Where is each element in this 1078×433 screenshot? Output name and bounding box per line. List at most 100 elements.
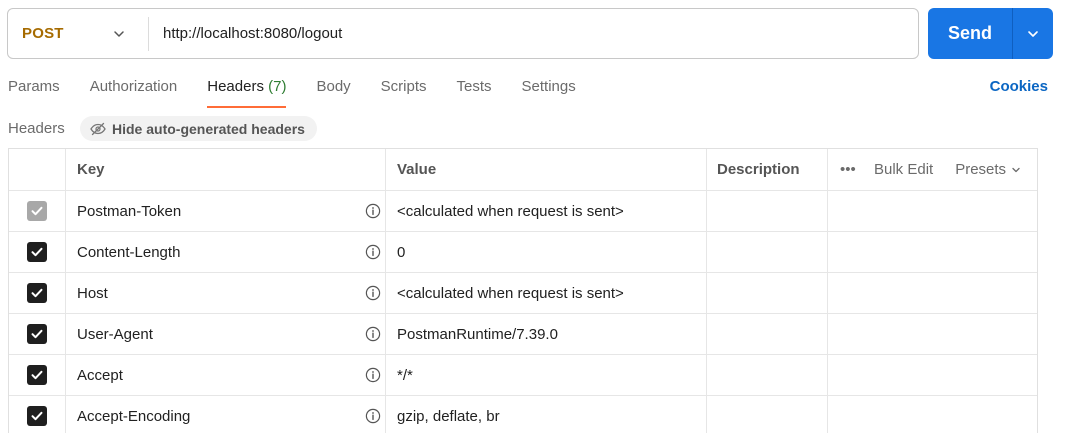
header-key: Postman-Token xyxy=(77,202,182,220)
value-cell[interactable]: 0 xyxy=(386,232,707,272)
description-cell[interactable] xyxy=(707,232,828,272)
header-value: gzip, deflate, br xyxy=(397,407,500,425)
check-icon xyxy=(30,286,44,300)
description-cell[interactable] xyxy=(707,273,828,313)
row-checkbox[interactable] xyxy=(27,365,47,385)
info-icon[interactable] xyxy=(365,408,381,424)
tab-headers[interactable]: Headers (7) xyxy=(207,78,287,108)
info-icon[interactable] xyxy=(365,367,381,383)
tab-count: (7) xyxy=(268,78,287,95)
description-cell[interactable] xyxy=(707,314,828,354)
row-checkbox[interactable] xyxy=(27,324,47,344)
table-row: Content-Length 0 xyxy=(9,232,1037,273)
header-value: <calculated when request is sent> xyxy=(397,202,624,220)
info-icon[interactable] xyxy=(365,244,381,260)
value-cell[interactable]: PostmanRuntime/7.39.0 xyxy=(386,314,707,354)
eye-off-icon xyxy=(90,122,106,135)
key-cell[interactable]: User-Agent xyxy=(66,314,386,354)
row-checkbox-cell xyxy=(9,232,66,272)
row-actions-cell xyxy=(828,396,1037,433)
header-key: Accept-Encoding xyxy=(77,407,191,425)
tab-label: Params xyxy=(8,78,60,95)
key-cell[interactable]: Accept xyxy=(66,355,386,395)
value-cell[interactable]: gzip, deflate, br xyxy=(386,396,707,433)
header-value: */* xyxy=(397,366,413,384)
header-key: Content-Length xyxy=(77,243,181,261)
info-icon[interactable] xyxy=(365,285,381,301)
method-select[interactable]: POST xyxy=(8,9,148,58)
table-row: User-Agent PostmanRuntime/7.39.0 xyxy=(9,314,1037,355)
header-value: 0 xyxy=(397,243,406,261)
row-checkbox-cell xyxy=(9,314,66,354)
tab-scripts[interactable]: Scripts xyxy=(381,78,427,108)
description-cell[interactable] xyxy=(707,396,828,433)
bulk-edit-button[interactable]: Bulk Edit xyxy=(874,161,933,178)
row-checkbox[interactable] xyxy=(27,283,47,303)
tab-tests[interactable]: Tests xyxy=(457,78,492,108)
tab-settings[interactable]: Settings xyxy=(522,78,576,108)
check-icon xyxy=(30,327,44,341)
send-dropdown-button[interactable] xyxy=(1013,8,1053,59)
row-checkbox-cell xyxy=(9,273,66,313)
key-cell[interactable]: Accept-Encoding xyxy=(66,396,386,433)
check-icon xyxy=(30,245,44,259)
table-header-row: Key Value Description ••• Bulk Edit Pres… xyxy=(9,149,1037,191)
header-key: Accept xyxy=(77,366,123,384)
tab-label: Settings xyxy=(521,78,576,95)
row-actions-cell xyxy=(828,273,1037,313)
column-header-description: Description xyxy=(707,149,828,190)
row-checkbox-cell xyxy=(9,396,66,433)
value-cell[interactable]: <calculated when request is sent> xyxy=(386,273,707,313)
tab-label: Scripts xyxy=(380,78,427,95)
presets-label: Presets xyxy=(955,161,1007,178)
method-label: POST xyxy=(22,25,64,42)
table-row: Postman-Token <calculated when request is… xyxy=(9,191,1037,232)
header-key: Host xyxy=(77,284,108,302)
tab-body[interactable]: Body xyxy=(316,78,350,108)
description-cell[interactable] xyxy=(707,355,828,395)
more-options-button[interactable]: ••• xyxy=(828,161,872,178)
request-bar: POST http://localhost:8080/logout xyxy=(7,8,919,59)
headers-section-title: Headers xyxy=(8,120,65,137)
presets-dropdown[interactable]: Presets xyxy=(955,161,1022,178)
row-checkbox[interactable] xyxy=(27,406,47,426)
chevron-down-icon xyxy=(1012,167,1020,172)
value-cell[interactable]: */* xyxy=(386,355,707,395)
row-actions-cell xyxy=(828,191,1037,231)
cookies-link[interactable]: Cookies xyxy=(990,78,1048,95)
info-icon[interactable] xyxy=(365,203,381,219)
row-checkbox-cell xyxy=(9,355,66,395)
tab-params[interactable]: Params xyxy=(8,78,60,108)
table-row: Accept */* xyxy=(9,355,1037,396)
send-button-group: Send xyxy=(928,8,1053,59)
url-input[interactable]: http://localhost:8080/logout xyxy=(149,9,918,58)
tab-label: Authorization xyxy=(89,78,178,95)
tab-label: Headers xyxy=(207,78,264,95)
check-icon xyxy=(30,204,44,218)
info-icon[interactable] xyxy=(365,326,381,342)
hide-auto-headers-label: Hide auto-generated headers xyxy=(112,120,305,137)
row-checkbox[interactable] xyxy=(27,242,47,262)
header-value: <calculated when request is sent> xyxy=(397,284,624,302)
table-row: Accept-Encoding gzip, deflate, br xyxy=(9,396,1037,433)
request-tabs: Params Authorization Headers (7) Body Sc… xyxy=(8,78,606,108)
row-actions-cell xyxy=(828,314,1037,354)
tab-label: Body xyxy=(316,78,351,95)
row-actions-cell xyxy=(828,355,1037,395)
description-cell[interactable] xyxy=(707,191,828,231)
header-value: PostmanRuntime/7.39.0 xyxy=(397,325,558,343)
key-cell[interactable]: Host xyxy=(66,273,386,313)
column-header-key: Key xyxy=(66,149,386,190)
value-cell[interactable]: <calculated when request is sent> xyxy=(386,191,707,231)
check-icon xyxy=(30,409,44,423)
tab-authorization[interactable]: Authorization xyxy=(90,78,178,108)
send-button[interactable]: Send xyxy=(928,8,1012,59)
row-checkbox-cell xyxy=(9,191,66,231)
key-cell[interactable]: Content-Length xyxy=(66,232,386,272)
hide-auto-headers-button[interactable]: Hide auto-generated headers xyxy=(80,116,317,141)
table-row: Host <calculated when request is sent> xyxy=(9,273,1037,314)
row-checkbox xyxy=(27,201,47,221)
chevron-down-icon xyxy=(1028,30,1038,37)
key-cell[interactable]: Postman-Token xyxy=(66,191,386,231)
row-actions-cell xyxy=(828,232,1037,272)
